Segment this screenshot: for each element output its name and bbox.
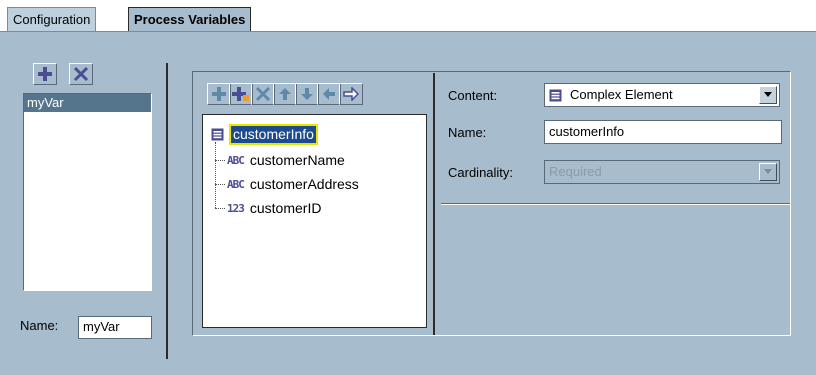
tree-node-label: customerName [249,152,345,168]
arrow-right-icon [343,87,359,101]
panel-divider [166,63,168,359]
chevron-down-icon [764,169,772,174]
split-divider[interactable] [433,73,435,335]
plus-icon [212,87,226,101]
tab-configuration[interactable]: Configuration [7,7,97,32]
complex-element-icon [211,128,224,140]
add-child-element-button[interactable] [229,83,253,105]
delete-element-button[interactable] [251,83,275,105]
tab-process-variables[interactable]: Process Variables [128,7,252,32]
plus-icon [38,67,52,81]
tree-node-label: customerID [249,200,322,216]
structure-tree[interactable] [202,114,427,328]
string-type-icon: ABC [227,153,245,167]
move-right-button[interactable] [339,83,363,105]
delete-x-icon [73,66,89,82]
tree-node-label: customerAddress [249,176,359,192]
content-select-value: Complex Element [570,87,673,102]
tree-node-customerid[interactable]: 123 customerID [227,198,321,218]
add-child-icon [232,87,249,101]
tree-connector [215,208,225,209]
arrow-up-icon [279,88,291,100]
add-variable-button[interactable] [33,63,57,85]
cardinality-label: Cardinality: [448,165,514,180]
move-down-button[interactable] [295,83,319,105]
tree-node-customername[interactable]: ABC customerName [227,150,345,170]
variable-name-label: Name: [20,318,59,333]
arrow-down-icon [301,88,313,100]
tree-node-customeraddress[interactable]: ABC customerAddress [227,174,359,194]
content-dropdown-button[interactable] [759,86,777,104]
move-up-button[interactable] [273,83,297,105]
element-name-label: Name: [448,125,487,140]
tree-connector [215,142,216,208]
tree-node-customerinfo[interactable]: customerInfo [211,123,318,145]
cardinality-dropdown-button[interactable] [759,163,777,181]
content-select[interactable]: Complex Element [544,83,780,107]
tree-connector [215,184,225,185]
properties-separator [441,203,790,205]
add-element-button[interactable] [207,83,231,105]
delete-x-icon [255,86,271,102]
move-left-button[interactable] [317,83,341,105]
chevron-down-icon [764,92,772,97]
delete-variable-button[interactable] [69,63,93,85]
tree-connector [215,160,225,161]
cardinality-select[interactable]: Required [544,160,780,184]
variable-name-field[interactable]: myVar [78,316,152,339]
list-item-myvar[interactable]: myVar [24,94,151,112]
variables-list[interactable]: myVar [23,93,152,291]
tree-node-label: customerInfo [229,123,318,145]
complex-element-icon [549,89,562,101]
element-name-field[interactable]: customerInfo [544,120,782,144]
cardinality-select-value: Required [549,164,602,179]
integer-type-icon: 123 [227,201,245,215]
string-type-icon: ABC [227,177,245,191]
content-label: Content: [448,88,498,103]
arrow-left-icon [323,88,335,100]
